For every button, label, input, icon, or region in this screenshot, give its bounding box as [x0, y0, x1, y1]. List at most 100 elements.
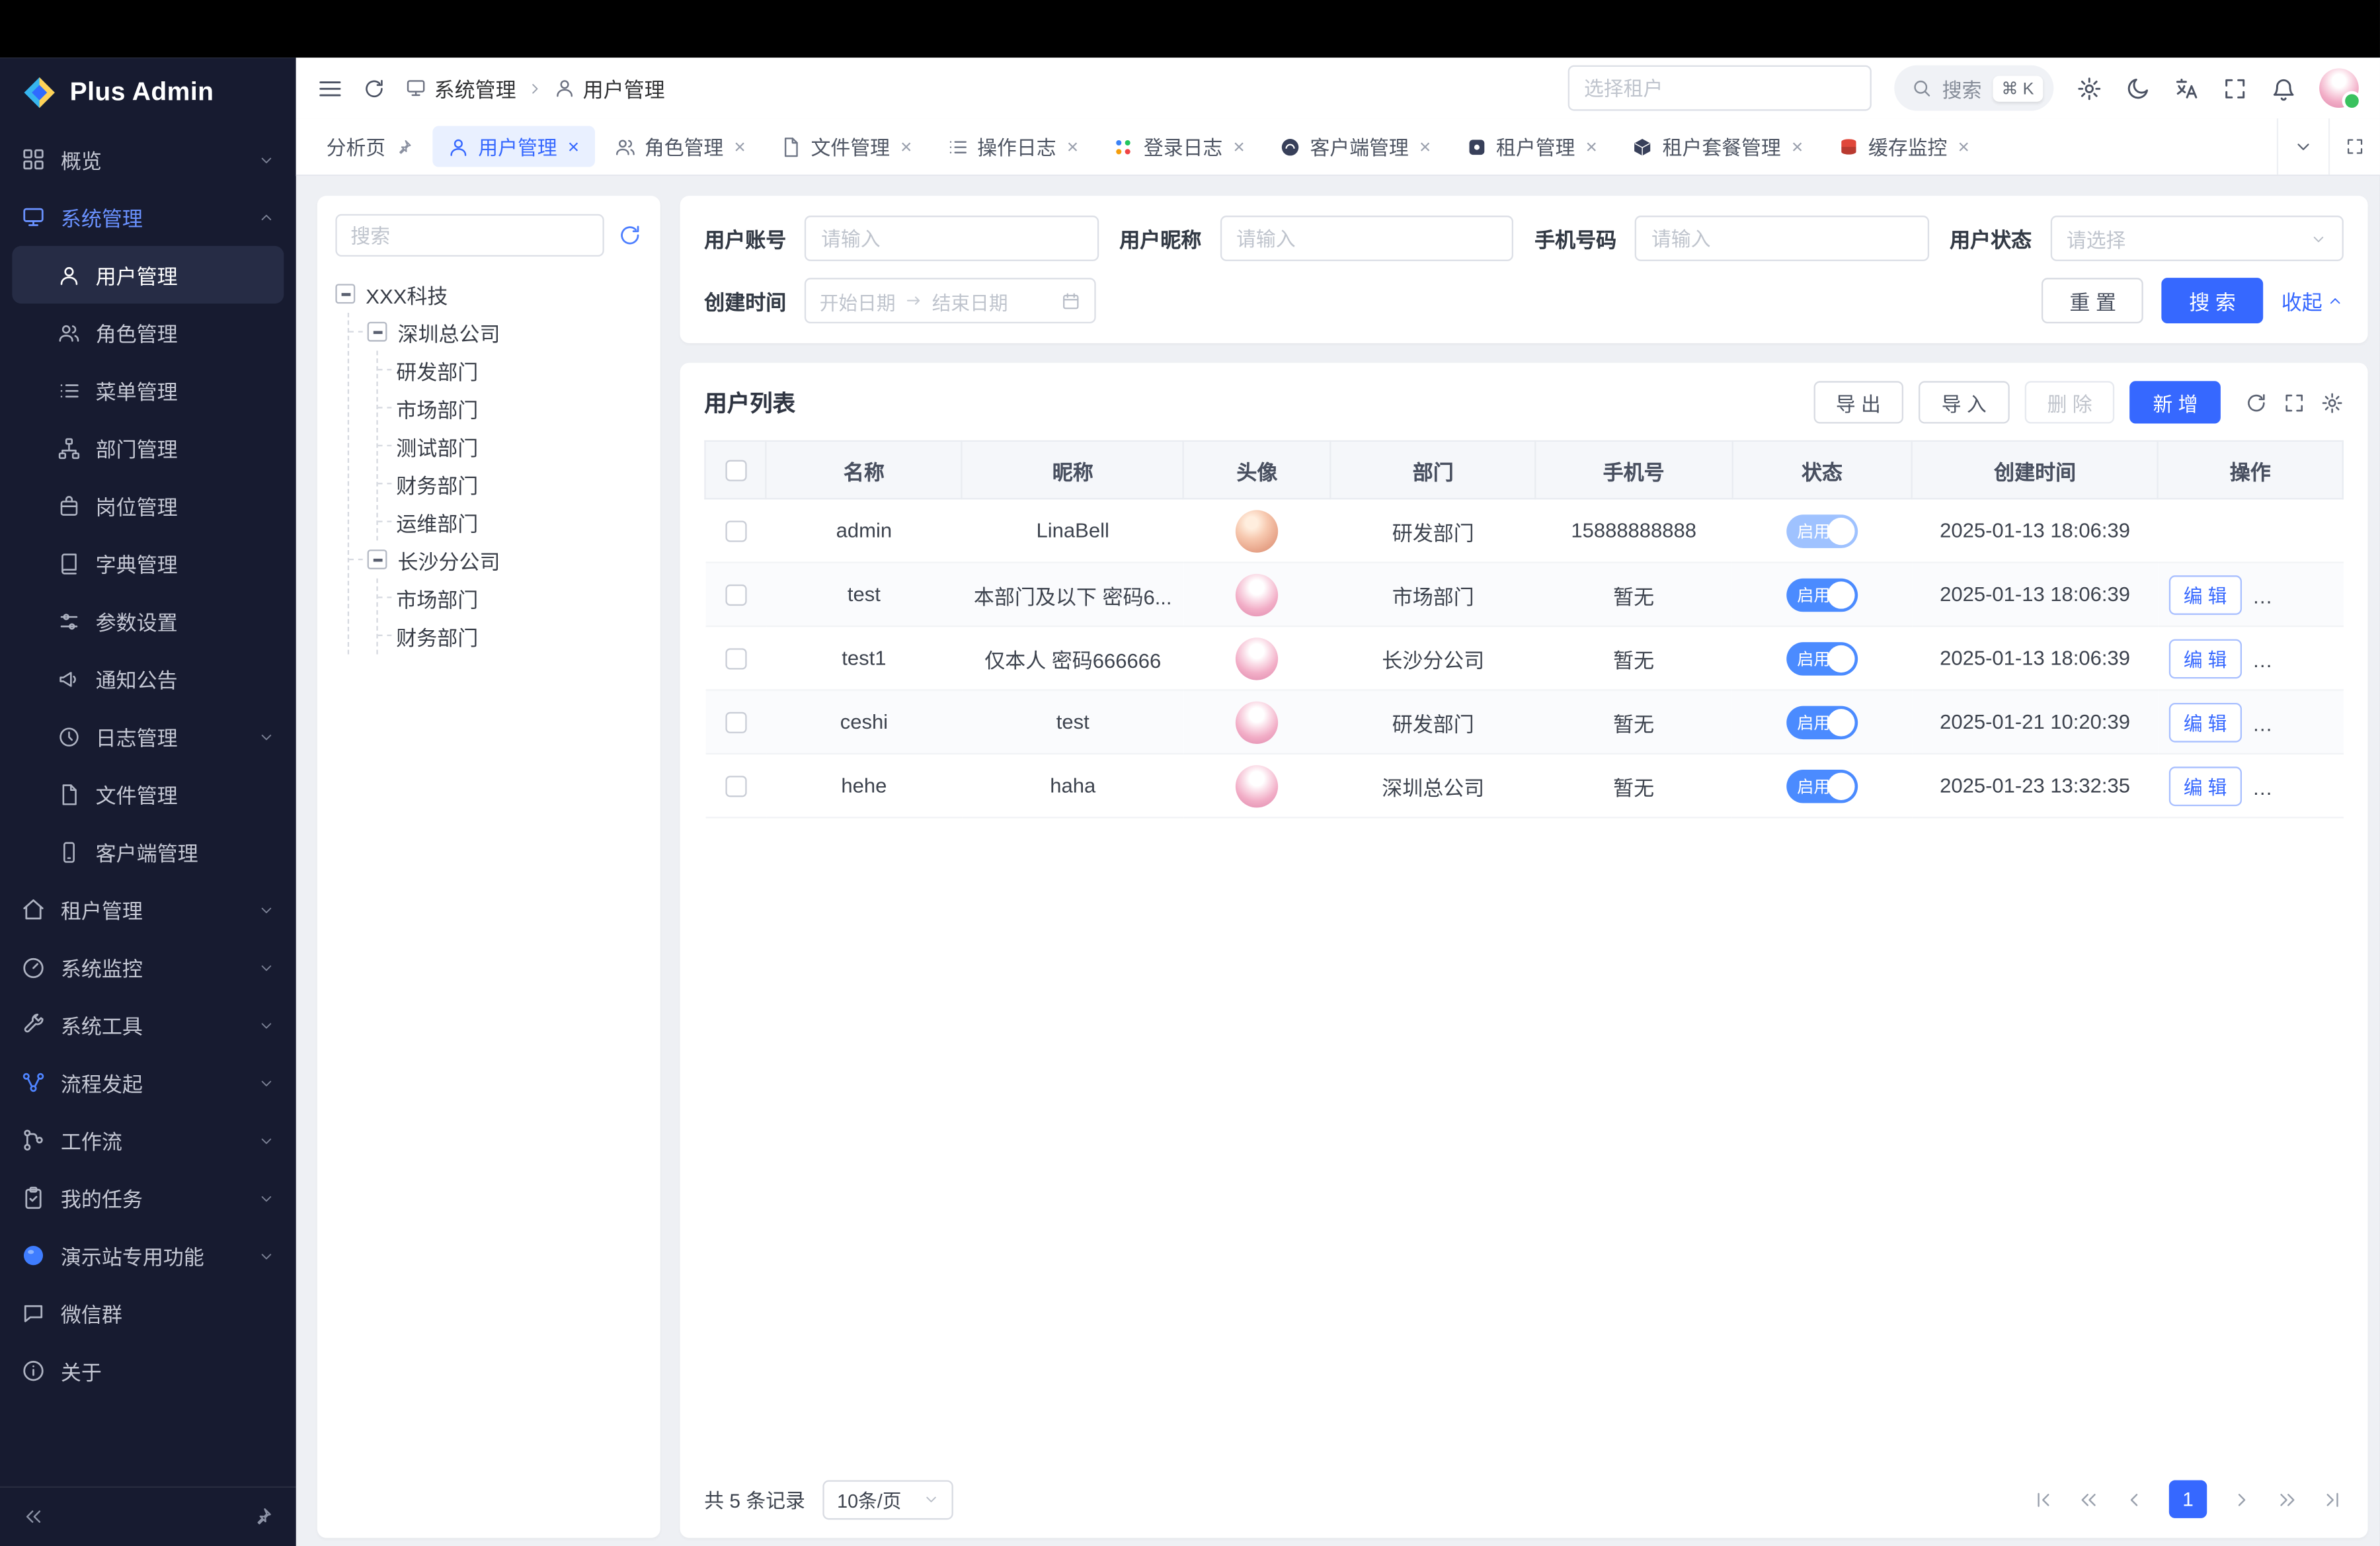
- delete-button[interactable]: 删 除: [2257, 575, 2330, 614]
- sidebar-item-about[interactable]: 关于: [0, 1342, 296, 1400]
- sidebar-item-log-management[interactable]: 日志管理: [0, 708, 296, 765]
- tab-login-log[interactable]: 登录日志 ×: [1098, 126, 1260, 167]
- tree-node-branch[interactable]: 深圳总公司: [349, 313, 642, 350]
- sidebar-item-menu-management[interactable]: 菜单管理: [0, 361, 296, 419]
- close-icon[interactable]: ×: [1067, 137, 1078, 157]
- status-toggle[interactable]: 启用: [1786, 769, 1858, 803]
- row-checkbox[interactable]: [725, 712, 746, 733]
- sidebar-item-overview[interactable]: 概览: [0, 130, 296, 188]
- sidebar-item-workflow[interactable]: 工作流: [0, 1112, 296, 1169]
- table-row[interactable]: test1 仅本人 密码666666 长沙分公司 暂无 启用 2025-01-1…: [705, 626, 2342, 690]
- sidebar-item-tenant-management[interactable]: 租户管理: [0, 881, 296, 938]
- close-icon[interactable]: ×: [1792, 137, 1803, 157]
- dark-mode-icon[interactable]: [2125, 75, 2151, 101]
- add-button[interactable]: 新 增: [2130, 381, 2221, 423]
- status-toggle[interactable]: 启用: [1786, 705, 1858, 739]
- collapse-filters-link[interactable]: 收起: [2281, 286, 2344, 316]
- tenant-select[interactable]: [1567, 65, 1871, 111]
- batch-delete-button[interactable]: 删 除: [2024, 381, 2115, 423]
- sidebar-item-role-management[interactable]: 角色管理: [0, 304, 296, 361]
- user-avatar[interactable]: [2319, 68, 2359, 108]
- content-fullscreen-button[interactable]: [2328, 118, 2380, 175]
- sidebar-item-process-start[interactable]: 流程发起: [0, 1053, 296, 1111]
- refresh-icon[interactable]: [2245, 391, 2268, 413]
- tab-operation-log[interactable]: 操作日志 ×: [932, 126, 1093, 167]
- tree-node-root[interactable]: XXX科技: [335, 275, 642, 313]
- edit-button[interactable]: 编 辑: [2168, 702, 2242, 742]
- sidebar-item-notice[interactable]: 通知公告: [0, 650, 296, 708]
- delete-button[interactable]: 删 除: [2257, 766, 2330, 805]
- sidebar-item-client-management[interactable]: 客户端管理: [0, 823, 296, 880]
- status-toggle[interactable]: 启用: [1786, 578, 1858, 612]
- sidebar-item-file-management[interactable]: 文件管理: [0, 765, 296, 823]
- table-row[interactable]: admin LinaBell 研发部门 15888888888 启用 2025-…: [705, 499, 2342, 562]
- collapse-node-icon[interactable]: [368, 549, 387, 569]
- status-toggle[interactable]: 启用: [1786, 641, 1858, 675]
- next-page-icon[interactable]: [2231, 1488, 2252, 1510]
- tree-node-leaf[interactable]: 市场部门: [378, 579, 642, 616]
- sidebar-item-demo-features[interactable]: 演示站专用功能: [0, 1227, 296, 1284]
- tree-node-leaf[interactable]: 运维部门: [378, 503, 642, 540]
- current-page[interactable]: 1: [2169, 1481, 2207, 1518]
- export-button[interactable]: 导 出: [1813, 381, 1903, 423]
- collapse-node-icon[interactable]: [335, 284, 355, 304]
- sidebar-item-system-tools[interactable]: 系统工具: [0, 996, 296, 1053]
- tab-list-dropdown[interactable]: [2277, 118, 2328, 175]
- settings-icon[interactable]: [2077, 75, 2102, 101]
- language-icon[interactable]: [2174, 75, 2200, 101]
- delete-button[interactable]: 删 除: [2257, 702, 2330, 742]
- tree-node-leaf[interactable]: 财务部门: [378, 465, 642, 503]
- sidebar-item-dict-management[interactable]: 字典管理: [0, 534, 296, 592]
- breadcrumb-item[interactable]: 用户管理: [554, 73, 665, 103]
- select-all-checkbox[interactable]: [725, 460, 746, 481]
- sidebar-item-wechat-group[interactable]: 微信群: [0, 1284, 296, 1342]
- delete-button[interactable]: 删 除: [2257, 638, 2330, 678]
- fullscreen-icon[interactable]: [2283, 391, 2305, 413]
- last-page-icon[interactable]: [2322, 1488, 2344, 1510]
- edit-button[interactable]: 编 辑: [2168, 766, 2242, 805]
- collapse-node-icon[interactable]: [368, 322, 387, 342]
- close-icon[interactable]: ×: [734, 137, 745, 157]
- tab-analysis[interactable]: 分析页: [311, 126, 428, 167]
- breadcrumb-item[interactable]: 系统管理: [405, 73, 516, 103]
- sidebar-item-user-management[interactable]: 用户管理: [12, 246, 284, 304]
- row-checkbox[interactable]: [725, 585, 746, 606]
- column-settings-icon[interactable]: [2320, 391, 2343, 413]
- status-toggle[interactable]: 启用: [1786, 514, 1858, 548]
- sidebar-item-post-management[interactable]: 岗位管理: [0, 477, 296, 534]
- sidebar-item-my-tasks[interactable]: 我的任务: [0, 1169, 296, 1227]
- sidebar-item-system-monitor[interactable]: 系统监控: [0, 938, 296, 996]
- search-button[interactable]: 搜 索: [2162, 278, 2263, 323]
- close-icon[interactable]: ×: [1233, 137, 1244, 157]
- tree-search-input[interactable]: [335, 214, 604, 257]
- import-button[interactable]: 导 入: [1919, 381, 2009, 423]
- refresh-icon[interactable]: [363, 77, 385, 99]
- next-pages-icon[interactable]: [2277, 1488, 2298, 1510]
- close-icon[interactable]: ×: [900, 137, 912, 157]
- tree-node-leaf[interactable]: 市场部门: [378, 389, 642, 427]
- row-checkbox[interactable]: [725, 649, 746, 670]
- row-checkbox[interactable]: [725, 521, 746, 542]
- table-row[interactable]: test 本部门及以下 密码6... 市场部门 暂无 启用 2025-01-13…: [705, 563, 2342, 626]
- collapse-sidebar-icon[interactable]: [22, 1506, 44, 1527]
- sidebar-item-dept-management[interactable]: 部门管理: [0, 419, 296, 477]
- table-row[interactable]: ceshi test 研发部门 暂无 启用 2025-01-21 10:20:3…: [705, 690, 2342, 753]
- status-select[interactable]: 请选择: [2050, 216, 2344, 261]
- reset-button[interactable]: 重 置: [2042, 278, 2143, 323]
- tab-tenant-management[interactable]: 租户管理 ×: [1450, 126, 1612, 167]
- prev-page-icon[interactable]: [2123, 1488, 2145, 1510]
- tab-role-management[interactable]: 角色管理 ×: [599, 126, 761, 167]
- refresh-icon[interactable]: [617, 223, 642, 247]
- close-icon[interactable]: ×: [1585, 137, 1597, 157]
- phone-input[interactable]: [1635, 216, 1928, 261]
- sidebar-item-param-settings[interactable]: 参数设置: [0, 592, 296, 649]
- sidebar-toggle-icon[interactable]: [317, 75, 343, 101]
- close-icon[interactable]: ×: [1958, 137, 1969, 157]
- tree-node-leaf[interactable]: 财务部门: [378, 616, 642, 654]
- page-size-select[interactable]: 10条/页: [823, 1479, 953, 1519]
- pin-icon[interactable]: [395, 138, 413, 156]
- edit-button[interactable]: 编 辑: [2168, 575, 2242, 614]
- row-checkbox[interactable]: [725, 776, 746, 797]
- tab-user-management[interactable]: 用户管理 ×: [432, 126, 594, 167]
- global-search[interactable]: 搜索 ⌘ K: [1893, 65, 2053, 111]
